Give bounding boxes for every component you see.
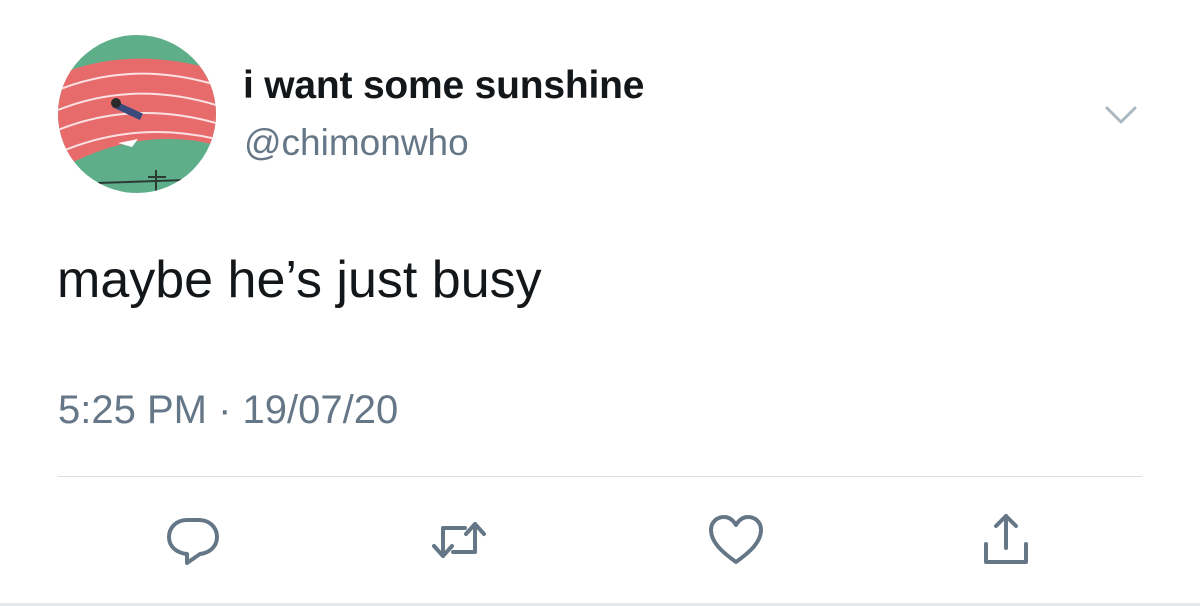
share-icon xyxy=(984,514,1028,564)
display-name[interactable]: i want some sunshine xyxy=(243,64,644,108)
reply-icon xyxy=(167,518,219,565)
divider xyxy=(58,476,1142,477)
heart-icon xyxy=(709,515,763,564)
retweet-icon xyxy=(432,522,486,558)
user-handle[interactable]: @chimonwho xyxy=(244,122,469,164)
tweet-timestamp[interactable]: 5:25 PM · 19/07/20 xyxy=(58,388,398,433)
chevron-down-icon[interactable] xyxy=(1101,100,1141,130)
tweet-text: maybe he’s just busy xyxy=(57,251,542,309)
avatar-image xyxy=(58,35,216,193)
share-button[interactable] xyxy=(976,510,1036,570)
reply-button[interactable] xyxy=(163,510,223,570)
tweet-card: i want some sunshine @chimonwho maybe he… xyxy=(0,0,1200,606)
like-button[interactable] xyxy=(706,510,766,570)
avatar[interactable] xyxy=(58,35,216,193)
retweet-button[interactable] xyxy=(429,510,489,570)
